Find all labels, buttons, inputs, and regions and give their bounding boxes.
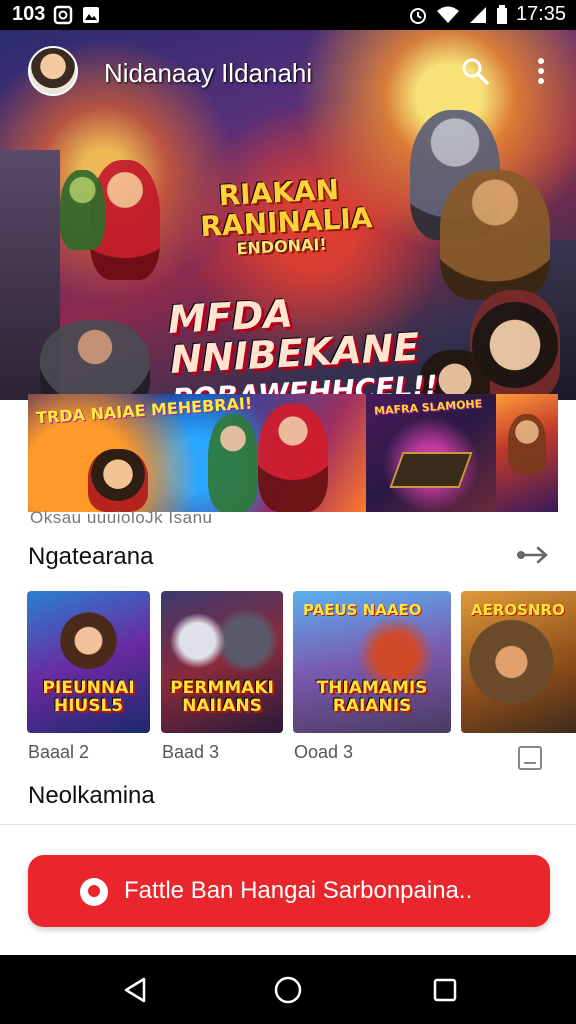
back-icon[interactable]	[120, 975, 150, 1005]
game-tile-top-art: AEROSNRO	[471, 601, 565, 619]
battery-icon	[496, 4, 508, 25]
section-title: Neolkamina	[28, 782, 155, 809]
divider	[0, 824, 576, 825]
recents-icon[interactable]	[430, 975, 460, 1005]
game-tile-art: THIAMAMIS RAIANIS	[316, 678, 428, 716]
chat-bubble-icon	[80, 878, 108, 906]
game-tile-top-art: PAEUS NAAEO	[303, 601, 422, 619]
hero-character-warrior	[40, 320, 150, 400]
arrow-right-icon[interactable]	[516, 540, 550, 570]
featured-character-boy	[88, 449, 148, 512]
avatar[interactable]	[28, 46, 78, 96]
game-tile-art: PIEUNNAI HIUSL5	[42, 678, 135, 716]
cta-label: Fattle Ban Hangai Sarbonpaina..	[124, 877, 473, 904]
cta-button[interactable]: Fattle Ban Hangai Sarbonpaina..	[28, 855, 550, 927]
square-icon[interactable]	[518, 746, 542, 770]
game-tile[interactable]: PIEUNNAI HIUSL5	[27, 591, 150, 733]
status-left-text: 103	[12, 3, 46, 25]
game-tile-row: PIEUNNAI HIUSL5 PERMMAKI NAIIANS PAEUS NAA…	[27, 591, 576, 733]
hero-character-green	[60, 170, 105, 250]
featured-card[interactable]	[496, 394, 558, 512]
featured-card[interactable]: TRDA NAIAE MEHEBRAI!	[28, 394, 366, 512]
image-notification-icon	[81, 5, 101, 25]
featured-card[interactable]: MAFRA SLAMOHE	[366, 394, 496, 512]
status-bar: 103 17:35	[0, 0, 576, 30]
notification-box-icon	[53, 5, 73, 25]
game-tile[interactable]: AEROSNRO	[461, 591, 576, 733]
game-tile-art: PERMMAKI NAIIANS	[170, 678, 274, 716]
featured-board	[389, 452, 473, 488]
featured-character-redhair	[258, 404, 328, 512]
hero-logo: RIAKAN RANINALIA ENDONAI!	[198, 173, 374, 260]
featured-strip: TRDA NAIAE MEHEBRAI! MAFRA SLAMOHE	[28, 394, 558, 512]
home-icon[interactable]	[273, 975, 303, 1005]
game-tile-meta: Ooad 3	[294, 742, 354, 762]
hero-character-bronze	[440, 170, 550, 300]
more-vert-icon[interactable]	[524, 54, 558, 88]
alarm-icon	[408, 5, 428, 25]
status-time: 17:35	[515, 3, 566, 25]
signal-icon	[468, 5, 488, 25]
app-title: Nidanaay Ildanahi	[104, 58, 313, 88]
game-tile-meta: Baaal 2	[28, 742, 90, 762]
featured-character-green	[208, 414, 258, 512]
game-tile[interactable]: PAEUS NAAEO THIAMAMIS RAIANIS	[293, 591, 451, 733]
featured-card-label: MAFRA SLAMOHE	[373, 397, 483, 418]
game-tile[interactable]: PERMMAKI NAIIANS	[161, 591, 283, 733]
system-nav-bar	[0, 955, 576, 1024]
wifi-icon	[436, 5, 460, 25]
search-icon[interactable]	[458, 54, 492, 88]
featured-character-small	[508, 414, 546, 474]
game-tile-meta: Baad 3	[162, 742, 220, 762]
app-header: Nidanaay Ildanahi	[0, 40, 576, 106]
featured-caption: Oksau uuuioloJk Isanu	[30, 508, 213, 527]
section-title: Ngatearana	[28, 543, 154, 570]
hero-headline: MFDA NNIBEKANE POBAWEHHCEL!!	[167, 284, 473, 400]
